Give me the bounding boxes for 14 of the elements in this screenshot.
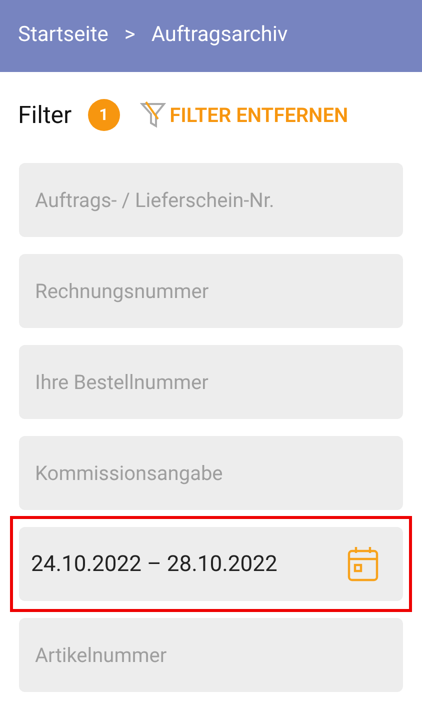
input-field[interactable]: Rechnungsnummer xyxy=(19,254,403,328)
breadcrumb-link[interactable]: Auftragsarchiv xyxy=(151,20,288,52)
date-range-field[interactable]: 24.10.2022 – 28.10.2022 xyxy=(19,527,403,601)
breadcrumb-separator: > xyxy=(124,22,136,50)
filter-title: Filter xyxy=(18,100,72,131)
filter-count-badge: 1 xyxy=(88,99,120,131)
input-field[interactable]: Artikelnummer xyxy=(19,618,403,692)
input-field[interactable]: Auftrags- / Lieferschein-Nr. xyxy=(19,163,403,237)
input-field[interactable]: Kommissionsangabe xyxy=(19,436,403,510)
calendar-icon[interactable] xyxy=(347,546,379,582)
filter-off-icon xyxy=(140,101,166,129)
input-field[interactable]: Ihre Bestellnummer xyxy=(19,345,403,419)
breadcrumb-link[interactable]: Startseite xyxy=(18,20,108,52)
clear-filter-button[interactable]: FILTER ENTFERNEN xyxy=(140,100,348,130)
